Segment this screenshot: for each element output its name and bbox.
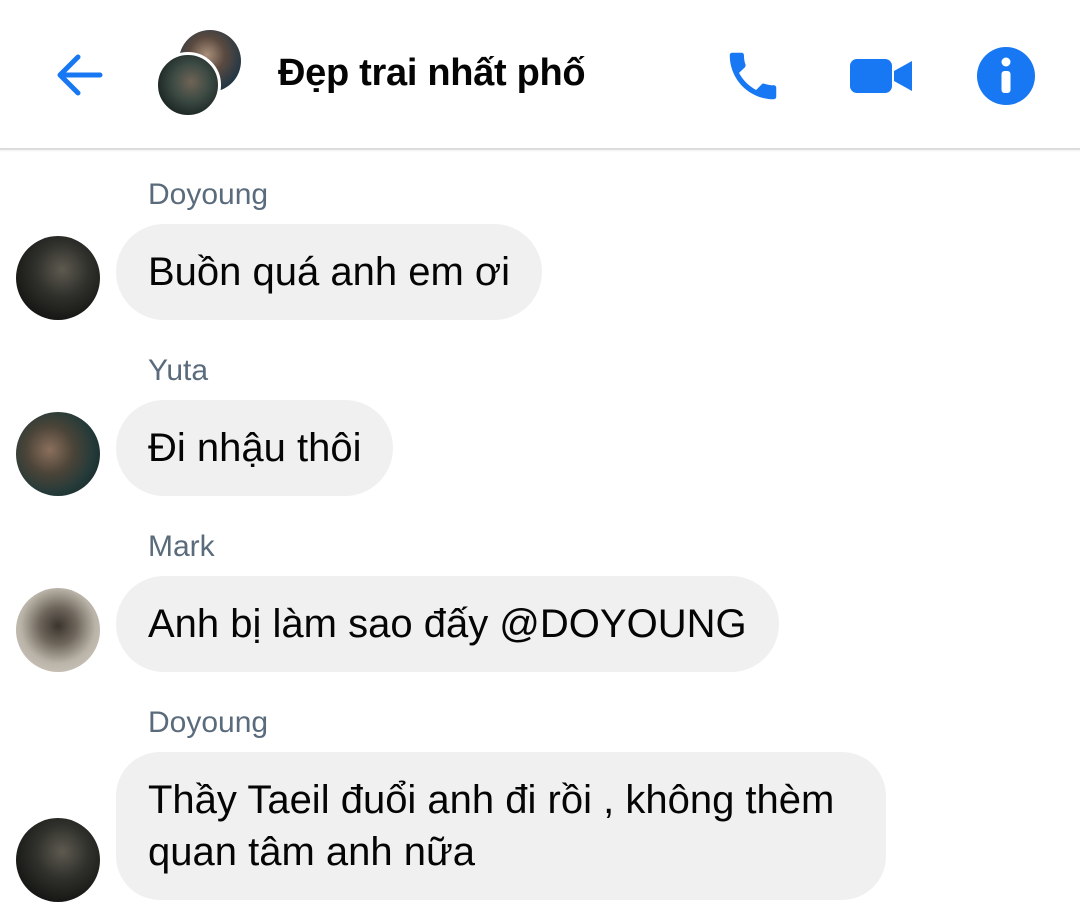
chat-header: Đẹp trai nhất phố — [0, 0, 1080, 150]
avatar[interactable] — [16, 412, 100, 496]
message-bubble[interactable]: Thầy Taeil đuổi anh đi rồi , không thèm … — [116, 752, 886, 900]
call-button[interactable] — [722, 45, 784, 107]
sender-name: Doyoung — [148, 178, 269, 211]
avatar[interactable] — [16, 236, 100, 320]
sender-name: Mark — [148, 530, 215, 563]
chat-title[interactable]: Đẹp trai nhất phố — [278, 52, 586, 95]
info-button[interactable] — [975, 45, 1037, 107]
message-bubble[interactable]: Đi nhậu thôi — [116, 400, 394, 496]
message-bubble[interactable]: Buồn quá anh em ơi — [116, 224, 543, 320]
back-arrow-icon — [57, 54, 103, 96]
back-button[interactable] — [50, 45, 110, 105]
avatar[interactable] — [16, 818, 100, 902]
member-avatar-front — [155, 52, 221, 118]
sender-name: Doyoung — [148, 706, 269, 739]
group-avatar[interactable] — [155, 30, 247, 122]
video-call-button[interactable] — [848, 45, 912, 107]
avatar[interactable] — [16, 588, 100, 672]
video-camera-icon — [850, 59, 912, 93]
info-icon — [977, 47, 1035, 105]
message-bubble[interactable]: Anh bị làm sao đấy @DOYOUNG — [116, 576, 779, 672]
sender-name: Yuta — [148, 354, 209, 387]
phone-icon — [729, 52, 777, 100]
